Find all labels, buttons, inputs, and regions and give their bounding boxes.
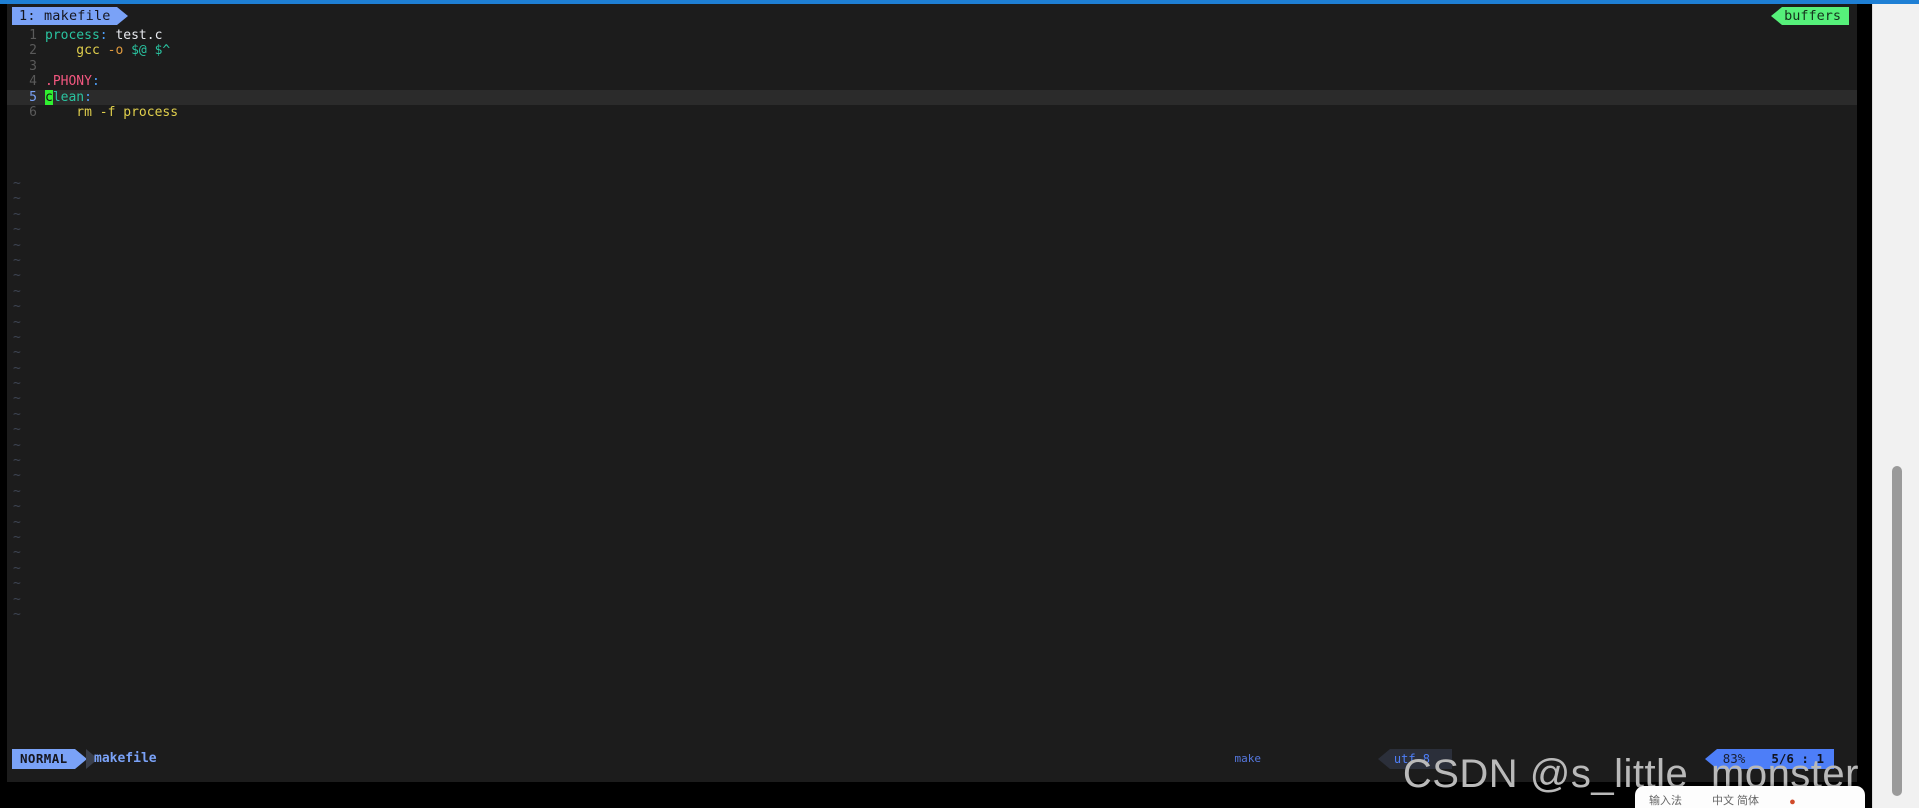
page-scrollbar-thumb[interactable] [1892,466,1902,796]
empty-line-marker: ~ [13,283,21,299]
line-number: 6 [29,104,37,120]
empty-line-marker: ~ [13,483,21,499]
code-area[interactable]: 1 process: test.c 2 gcc -o $@ $^ 3 4 .PH… [7,28,1857,622]
empty-line-marker: ~ [13,499,21,515]
code-line-current: 5 clean: [7,89,1857,105]
status-mode-label: NORMAL [12,749,75,769]
line-text: process: test.c [37,28,1857,43]
empty-line-marker: ~ [13,391,21,407]
buffer-tab-makefile[interactable]: 1: makefile [12,7,128,25]
code-token-target: lean [52,89,85,105]
empty-line-marker: ~ [13,406,21,422]
line-number: 3 [29,58,37,74]
code-line: 2 gcc -o $@ $^ [7,43,1857,58]
line-number: 2 [29,43,37,59]
code-line: 1 process: test.c [7,28,1857,43]
bufferline: 1: makefile buffers [7,4,1857,28]
ime-popup-dot-icon: ● [1789,796,1796,808]
empty-line-marker: ~ [13,514,21,530]
line-number-current: 5 [29,89,37,105]
code-line: 4 .PHONY: [7,74,1857,89]
empty-line-marker: ~ [13,576,21,592]
code-token-colon: : [91,74,100,90]
empty-line-marker: ~ [13,222,21,238]
buffer-tab-arrow-icon [116,7,128,25]
line-number: 1 [29,28,37,43]
buffers-indicator[interactable]: buffers [1771,7,1849,25]
page-scrollbar[interactable] [1872,4,1919,808]
ime-popup-left-label[interactable]: 输入法 [1649,792,1682,808]
empty-line-marker: ~ [13,376,21,392]
empty-line-marker: ~ [13,422,21,438]
code-token-dependency: test.c [107,28,163,43]
nvim-editor-window: 1: makefile buffers 1 process: test.c 2 … [7,4,1857,782]
empty-line-marker: ~ [13,360,21,376]
empty-line-marker: ~ [13,252,21,268]
code-token-colon: : [84,89,92,105]
code-line: 3 [7,59,1857,74]
empty-line-markers: ~ ~ ~ ~ ~ ~ ~ ~ ~ ~ ~ ~ ~ ~ ~ ~ ~ ~ ~ ~ ~ ~ ~ ~ ~ ~ ~ ~ ~ [7,176,67,622]
empty-line-marker: ~ [13,314,21,330]
empty-line-marker: ~ [13,299,21,315]
empty-line-marker: ~ [13,206,21,222]
line-text: .PHONY: [37,74,1857,89]
empty-line-marker: ~ [13,437,21,453]
empty-line-marker: ~ [13,606,21,622]
empty-line-marker: ~ [13,453,21,469]
line-number: 4 [29,74,37,90]
empty-line-marker: ~ [13,560,21,576]
empty-line-marker: ~ [13,176,21,191]
code-token-command: gcc [45,43,100,59]
line-text: clean: [37,89,1857,105]
ime-popup-row: 输入法 中文 简体 ● [1635,786,1865,808]
empty-line-marker: ~ [13,545,21,561]
code-token-flag: -o [99,43,124,59]
buffer-tab-label: 1: makefile [12,7,117,25]
empty-line-marker: ~ [13,529,21,545]
code-token-variable: $@ $^ [123,43,171,59]
status-filename: makefile [94,751,157,766]
code-token-target: process [45,28,100,43]
empty-line-marker: ~ [13,345,21,361]
empty-line-marker: ~ [13,329,21,345]
ime-popup[interactable]: 输入法 中文 简体 ● [1635,786,1865,808]
status-filetype: make [1234,752,1262,765]
code-token-phony: .PHONY [45,74,92,90]
empty-line-marker: ~ [13,468,21,484]
terminal-window: 1: makefile buffers 1 process: test.c 2 … [0,4,1872,808]
empty-line-marker: ~ [13,237,21,253]
text-cursor: c [45,89,53,105]
code-token-command: rm -f process [45,104,179,120]
line-text [37,59,1857,74]
buffers-arrow-icon [1771,7,1783,25]
buffers-label: buffers [1782,7,1849,25]
line-text: rm -f process [37,105,1857,120]
empty-line-marker: ~ [13,591,21,607]
line-text: gcc -o $@ $^ [37,43,1857,58]
code-line: 6 rm -f process [7,105,1857,120]
status-mode-indicator: NORMAL [12,749,98,769]
ime-popup-right-label[interactable]: 中文 简体 [1712,792,1759,808]
empty-line-marker: ~ [13,268,21,284]
empty-line-marker: ~ [13,191,21,207]
status-encoding-arrow-icon [1377,749,1390,769]
code-token-colon: : [99,28,108,43]
